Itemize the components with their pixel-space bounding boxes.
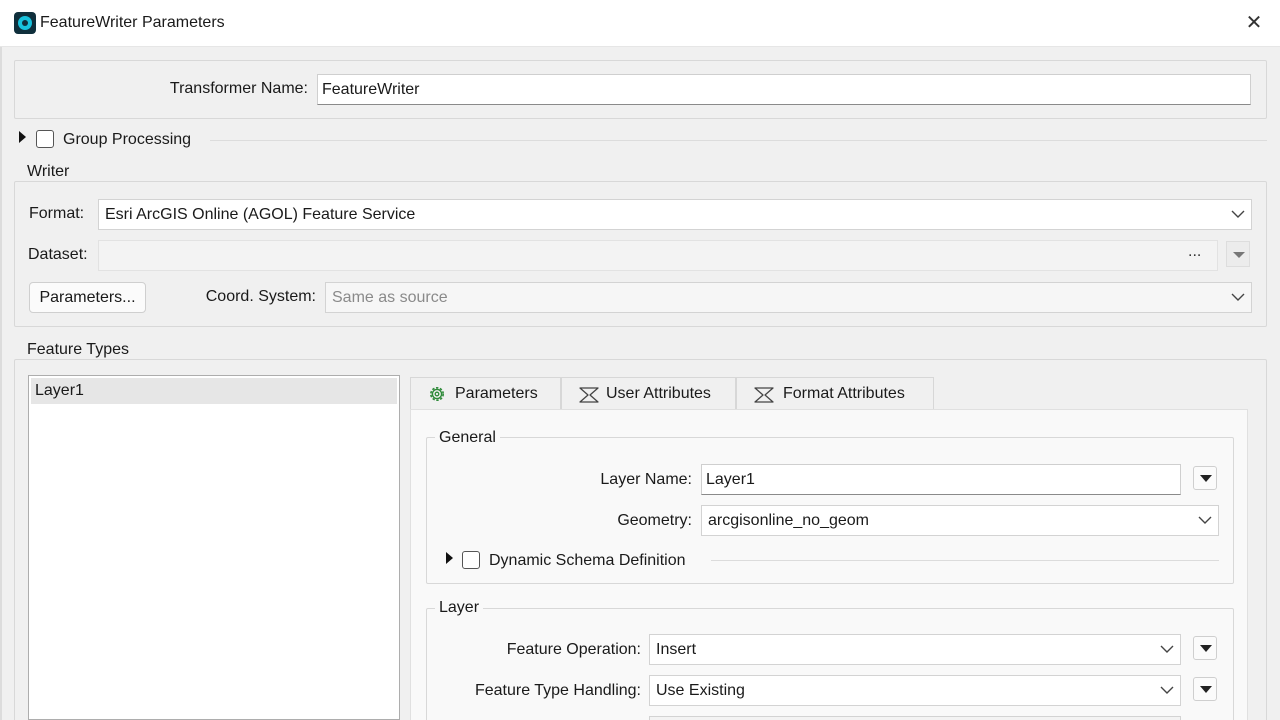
chevron-down-icon xyxy=(1160,676,1174,705)
format-label: Format: xyxy=(29,205,85,222)
feature-type-handling-select[interactable]: Use Existing xyxy=(649,675,1181,706)
dynamic-schema-label: Dynamic Schema Definition xyxy=(489,552,686,569)
feature-type-handling-value: Use Existing xyxy=(656,682,745,699)
dataset-dropdown-button[interactable] xyxy=(1226,241,1250,267)
layer-name-input[interactable]: Layer1 xyxy=(701,464,1181,495)
feature-types-legend: Feature Types xyxy=(23,341,133,359)
tab-parameters-label: Parameters xyxy=(455,385,538,402)
layer-name-menu-button[interactable] xyxy=(1193,466,1217,490)
geometry-label: Geometry: xyxy=(617,512,692,529)
list-item[interactable]: Layer1 xyxy=(31,378,397,404)
group-processing-checkbox[interactable] xyxy=(36,130,54,148)
dynamic-schema-checkbox[interactable] xyxy=(462,551,480,569)
dataset-browse-button[interactable]: ... xyxy=(1188,243,1201,261)
sigma-icon xyxy=(578,384,599,404)
fme-app-icon xyxy=(14,12,36,34)
feature-operation-value: Insert xyxy=(656,641,697,658)
feature-operation-label: Feature Operation: xyxy=(506,641,641,658)
chevron-down-icon xyxy=(1160,635,1174,664)
dynamic-schema-expand-icon[interactable] xyxy=(446,552,453,564)
tab-user-attributes-label: User Attributes xyxy=(606,385,711,402)
chevron-down-icon xyxy=(1198,506,1212,535)
feature-types-list[interactable]: Layer1 xyxy=(28,375,400,720)
window-left-edge xyxy=(0,47,2,720)
tab-parameters[interactable]: Parameters xyxy=(410,377,561,410)
group-processing-expand-icon[interactable] xyxy=(19,131,26,143)
parameters-panel: General Layer Name: Layer1 Geometry: arc… xyxy=(410,409,1248,720)
general-legend: General xyxy=(435,429,500,447)
chevron-down-icon xyxy=(1231,283,1245,312)
format-select[interactable]: Esri ArcGIS Online (AGOL) Feature Servic… xyxy=(98,199,1252,230)
layer-name-label: Layer Name: xyxy=(600,471,692,488)
close-button[interactable]: ✕ xyxy=(1230,6,1278,40)
format-value: Esri ArcGIS Online (AGOL) Feature Servic… xyxy=(105,206,416,223)
next-parameter-field[interactable] xyxy=(649,716,1181,720)
transformer-name-label: Transformer Name: xyxy=(169,80,308,97)
chevron-down-icon xyxy=(1231,200,1245,229)
window-title: FeatureWriter Parameters xyxy=(40,14,225,31)
dataset-label: Dataset: xyxy=(28,246,88,263)
dataset-input[interactable] xyxy=(98,240,1218,271)
gear-icon xyxy=(427,384,447,404)
title-bar: FeatureWriter Parameters ✕ xyxy=(0,0,1280,47)
tab-format-attributes[interactable]: Format Attributes xyxy=(736,377,934,409)
layer-legend: Layer xyxy=(435,599,484,617)
transformer-name-input[interactable]: FeatureWriter xyxy=(317,74,1251,105)
coord-system-label: Coord. System: xyxy=(205,288,316,305)
group-processing-label: Group Processing xyxy=(63,131,192,148)
sigma-icon xyxy=(753,384,774,404)
dynamic-schema-divider xyxy=(711,560,1219,561)
tab-format-attributes-label: Format Attributes xyxy=(783,385,905,402)
writer-parameters-button[interactable]: Parameters... xyxy=(29,282,146,313)
geometry-value: arcgisonline_no_geom xyxy=(708,512,869,529)
coord-system-value: Same as source xyxy=(332,289,448,306)
geometry-select[interactable]: arcgisonline_no_geom xyxy=(701,505,1219,536)
caret-down-icon xyxy=(1233,252,1245,258)
coord-system-select[interactable]: Same as source xyxy=(325,282,1252,313)
feature-operation-select[interactable]: Insert xyxy=(649,634,1181,665)
tab-user-attributes[interactable]: User Attributes xyxy=(561,377,736,409)
feature-type-handling-menu-button[interactable] xyxy=(1193,677,1217,701)
feature-operation-menu-button[interactable] xyxy=(1193,636,1217,660)
feature-type-handling-label: Feature Type Handling: xyxy=(474,682,641,699)
group-processing-divider xyxy=(210,140,1267,141)
writer-legend: Writer xyxy=(23,163,74,181)
